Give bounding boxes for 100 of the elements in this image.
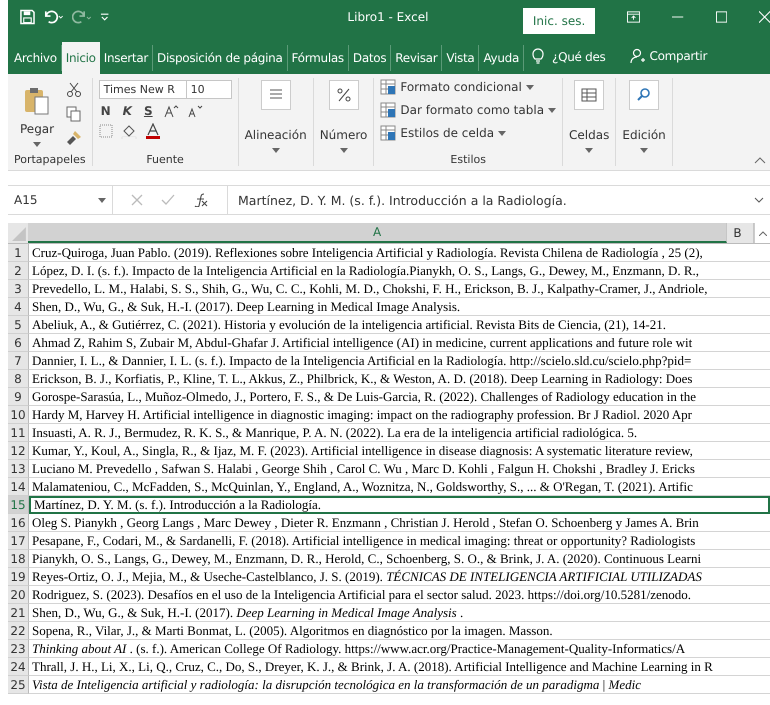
ribbon-tab[interactable]: Datos [348, 45, 392, 71]
row-header[interactable]: 5 [8, 316, 29, 334]
lightbulb-icon[interactable] [532, 48, 544, 64]
row-header[interactable]: 17 [8, 532, 29, 550]
table-cell[interactable]: Shen, D., Wu, G., & Suk, H.-I. (2017). Deep Learning in Medical Image Analysis. [29, 298, 770, 316]
table-cell[interactable]: Martínez, D. Y. M. (s. f.). Introducción a la Radiología. [29, 496, 770, 514]
ribbon-tab[interactable]: Fórmulas [288, 45, 349, 71]
maximize-icon[interactable] [716, 11, 727, 23]
row-header[interactable]: 8 [8, 370, 29, 388]
expand-caret-icon[interactable] [754, 197, 764, 203]
editing-button[interactable]: Edición [616, 74, 672, 170]
row-header[interactable]: 11 [8, 424, 29, 442]
table-cell[interactable]: Insuasti, A. R. J., Bermudez, R. K. S., & Manrique, P. A. N. (2022). La era de la inteligencia artificial radiológica. 5. [29, 424, 770, 442]
scroll-up-icon[interactable] [754, 223, 770, 243]
underline-button[interactable]: S [142, 104, 155, 118]
table-cell[interactable]: Pesapane, F., Codari, M., & Sardanelli, F. (2018). Artificial intelligence in medical imaging: threat or opportunity? Radiologists [29, 532, 770, 550]
table-cell[interactable]: Thrall, J. H., Li, X., Li, Q., Cruz, C., Do, S., Dreyer, K. J., & Brink, J. A. (2018). Artificial Intelligence and Machine Learning in R [29, 658, 770, 676]
row-header[interactable]: 1 [8, 244, 29, 262]
table-cell[interactable]: Abeliuk, A., & Gutiérrez, C. (2021). Historia y evolución de la inteligencia artificial. Revista Bits de Ciencia, (21), 14-21. [29, 316, 770, 334]
table-cell[interactable]: Erickson, B. J., Korfiatis, P., Kline, T. L., Akkus, Z., Philbrick, K., & Weston, A. D. (2018). Deep Learning in Radiology: Does [29, 370, 770, 388]
table-cell[interactable]: Kumar, Y., Koul, A., Singla, R., & Ijaz, M. F. (2023). Artificial intelligence in disease diagnosis: A systematic literature review, [29, 442, 770, 460]
row-header[interactable]: 24 [8, 658, 29, 676]
ribbon-tab[interactable]: Ayuda [479, 45, 524, 71]
font-name-field[interactable]: Times New R [98, 80, 187, 99]
row-header[interactable]: 10 [8, 406, 29, 424]
caret-icon [548, 108, 556, 112]
styles-menu-button[interactable]: Estilos de celda [380, 124, 556, 142]
row-header[interactable]: 6 [8, 334, 29, 352]
function-icon[interactable] [193, 193, 209, 207]
name-box[interactable]: A15 [8, 186, 113, 214]
row-header[interactable]: 4 [8, 298, 29, 316]
ribbon-display-icon[interactable] [627, 11, 640, 23]
row-header[interactable]: 15 [8, 496, 29, 514]
sign-in-button[interactable]: Inic. ses. [522, 8, 596, 34]
row-header[interactable]: 16 [8, 514, 29, 532]
ribbon-tab[interactable]: Revisar [391, 45, 442, 71]
table-cell[interactable]: Pianykh, O. S., Langs, G., Dewey, M., Enzmann, D. R., Herold, C., Schoenberg, S. O., & Brink, J. A. (2020). Continuous Learni [29, 550, 770, 568]
row-header[interactable]: 22 [8, 622, 29, 640]
styles-menu-button[interactable]: Dar formato como tabla [380, 101, 556, 119]
row-header[interactable]: 23 [8, 640, 29, 658]
number-button[interactable]: Número [314, 74, 374, 170]
table-cell[interactable]: Luciano M. Prevedello , Safwan S. Halabi , George Shih , Carol C. Wu , Marc D. Kohli , Falgun H. Chokshi , Bradley J. Ericks [29, 460, 770, 478]
column-header[interactable]: A [28, 223, 728, 243]
ribbon-tab[interactable]: Disposición de página [153, 45, 288, 71]
undo-icon[interactable] [42, 9, 64, 25]
alignment-button[interactable]: Alineación [238, 74, 313, 170]
table-cell[interactable]: Gorospe-Sarasúa, L., Muñoz-Olmedo, J., Portero, F. S., & De Luis-Garcia, R. (2022). Challenges of Radiology education in the [29, 388, 770, 406]
table-cell[interactable]: Thinking about AI . (s. f.). American College Of Radiology. https://www.acr.org/Practice-Management-Quality-Informatics/A [29, 640, 770, 658]
collapse-ribbon-icon[interactable] [754, 156, 766, 164]
table-cell[interactable]: Ahmad Z, Rahim S, Zubair M, Abdul-Ghafar J. Artificial intelligence (AI) in medicine, current applications and future role wit [29, 334, 770, 352]
italic-button[interactable]: K [120, 104, 134, 118]
bold-button[interactable]: N [98, 104, 113, 118]
row-header[interactable]: 25 [8, 676, 29, 694]
cells-button[interactable]: Celdas [563, 74, 616, 170]
fill-bucket-icon[interactable] [120, 123, 137, 139]
row-header[interactable]: 12 [8, 442, 29, 460]
row-header[interactable]: 19 [8, 568, 29, 586]
table-cell[interactable]: Shen, D., Wu, G., & Suk, H.-I. (2017). Deep Learning in Medical Image Analysis . [29, 604, 770, 622]
customize-caret-icon[interactable] [100, 12, 110, 22]
table-cell[interactable]: Reyes-Ortiz, O. J., Mejia, M., & Useche-Castelblanco, J. S. (2019). TÉCNICAS DE INTELIGENCIA ARTIFICIAL UTILIZADAS [29, 568, 770, 586]
shrink-font-icon[interactable] [186, 104, 203, 118]
redo-icon [72, 9, 92, 25]
row-header[interactable]: 13 [8, 460, 29, 478]
paintbrush-icon[interactable] [66, 130, 82, 146]
table-cell[interactable]: Oleg S. Pianykh , Georg Langs , Marc Dewey , Dieter R. Enzmann , Christian J. Herold , Stefan O. Schoenberg y James A. Brin [29, 514, 770, 532]
table-cell[interactable]: Cruz-Quiroga, Juan Pablo. (2019). Reflexiones sobre Inteligencia Artificial y Radiología. Revista Chilena de Radiología , 25 (2), [29, 244, 770, 262]
table-cell[interactable]: Vista de Inteligencia artificial y radiología: la disrupción tecnológica en la transformación de un paradigma | Medic [29, 676, 770, 694]
row-header[interactable]: 7 [8, 352, 29, 370]
formula-field[interactable]: Martínez, D. Y. M. (s. f.). Introducción a la Radiología. [227, 186, 736, 214]
close-icon[interactable] [758, 11, 770, 23]
row-header[interactable]: 9 [8, 388, 29, 406]
table-cell[interactable]: Dannier, I. L., & Dannier, I. L. (s. f.). Impacto de la Inteligencia Artificial en la Radiología. http://scielo.sld.cu/scielo.php?pid= [29, 352, 770, 370]
row-header[interactable]: 2 [8, 262, 29, 280]
ribbon-tab[interactable]: Insertar [100, 45, 154, 71]
table-cell[interactable]: Sopena, R., Vilar, J., & Marti Bonmat, L. (2005). Algoritmos en diagnóstico por la imagen. Masson. [29, 622, 770, 640]
share-button[interactable]: Compartir [624, 47, 714, 65]
table-cell[interactable]: Malamateniou, C., McFadden, S., McQuinlan, Y., England, A., Woznitza, N., Goldsworthy, S., ... & O'Regan, T. (2021). Artific [29, 478, 770, 496]
styles-menu-button[interactable]: Formato condicional [380, 78, 556, 96]
ribbon-tab[interactable]: Vista [442, 45, 480, 71]
borders-icon[interactable] [98, 124, 113, 138]
row-header[interactable]: 18 [8, 550, 29, 568]
caret-icon [340, 148, 348, 153]
table-cell[interactable]: Rodriguez, S. (2023). Desafíos en el uso de la Inteligencia Artificial para el sector salud. 2023. https://doi.org/10.5281/zenodo. [29, 586, 770, 604]
font-size-field[interactable]: 10 [186, 80, 232, 99]
scissors-icon[interactable] [66, 82, 82, 98]
row-header[interactable]: 21 [8, 604, 29, 622]
tell-me-field[interactable]: ¿Qué des [552, 50, 606, 64]
paste-button[interactable]: Pegar [14, 80, 60, 153]
row-header[interactable]: 20 [8, 586, 29, 604]
ribbon-tab[interactable]: Inicio [62, 42, 100, 74]
font-color-icon[interactable] [144, 123, 161, 139]
row-header[interactable]: 14 [8, 478, 29, 496]
table-cell[interactable]: López, D. I. (s. f.). Impacto de la Inteligencia Artificial en la Radiología.Pianykh, O. S., Langs, G., Dewey, M., Enzmann, D. R., [29, 262, 770, 280]
table-cell[interactable]: Prevedello, L. M., Halabi, S. S., Shih, G., Wu, C. C., Kohli, M. D., Chokshi, F. H., Erickson, B. J., Kalpathy-Cramer, J., Andriole, [29, 280, 770, 298]
grow-font-icon[interactable] [162, 104, 179, 118]
caret-icon [526, 84, 534, 90]
save-icon[interactable] [20, 9, 35, 25]
copy-icon[interactable] [66, 106, 82, 122]
table-cell[interactable]: Hardy M, Harvey H. Artificial intelligence in diagnostic imaging: impact on the radiography profession. Br J Radiol. 2020 Apr [29, 406, 770, 424]
row-header[interactable]: 3 [8, 280, 29, 298]
